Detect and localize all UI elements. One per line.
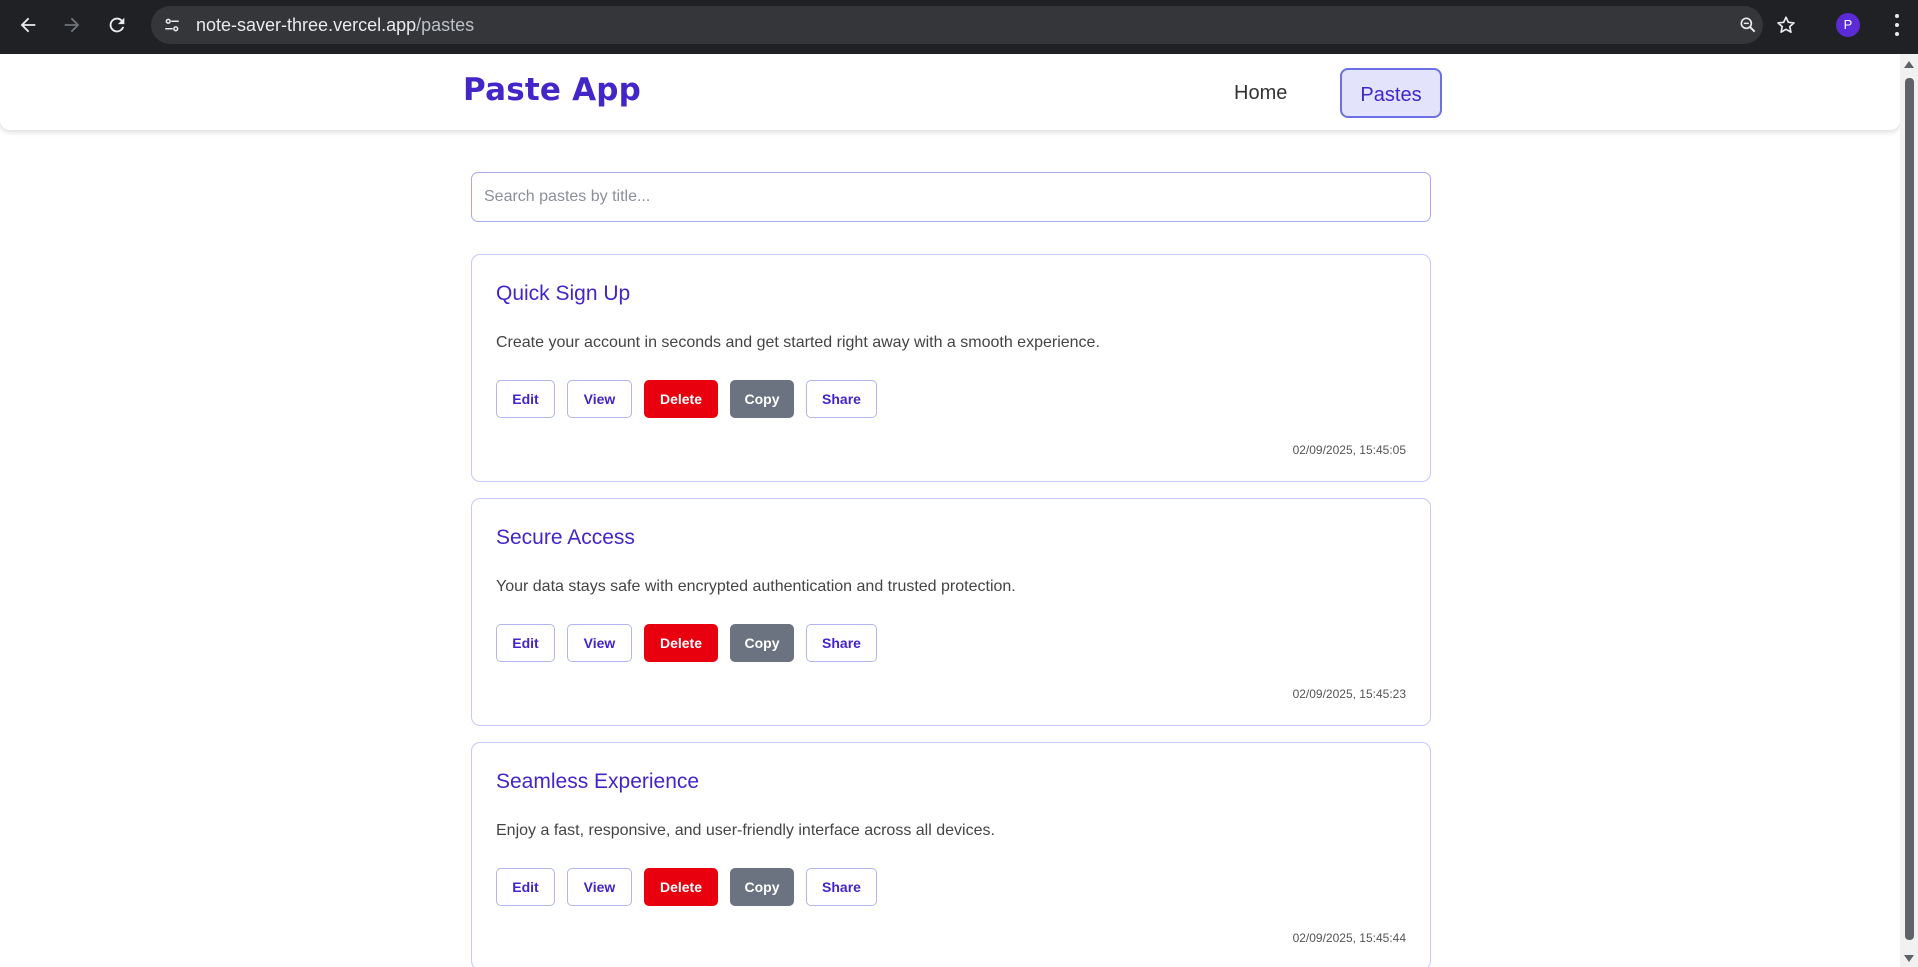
url-path: /pastes [416, 15, 475, 35]
view-button[interactable]: View [567, 868, 632, 906]
nav-pastes-link[interactable]: Pastes [1340, 68, 1442, 118]
paste-date: 02/09/2025, 15:45:23 [1292, 687, 1406, 701]
share-button[interactable]: Share [806, 868, 877, 906]
scroll-down-arrow-icon[interactable] [1904, 955, 1914, 962]
zoom-icon[interactable] [1737, 14, 1759, 36]
menu-kebab-icon[interactable] [1893, 14, 1901, 36]
edit-button[interactable]: Edit [496, 380, 555, 418]
share-button[interactable]: Share [806, 380, 877, 418]
view-button[interactable]: View [567, 624, 632, 662]
forward-icon[interactable] [58, 11, 86, 39]
delete-button[interactable]: Delete [644, 868, 718, 906]
delete-button[interactable]: Delete [644, 624, 718, 662]
paste-title: Quick Sign Up [496, 282, 631, 305]
paste-card: Quick Sign Up Create your account in sec… [471, 254, 1431, 482]
url-text: note-saver-three.vercel.app/pastes [196, 6, 474, 44]
search-input[interactable] [471, 172, 1431, 222]
page-viewport: Paste App Home Pastes Quick Sign Up Crea… [0, 54, 1900, 967]
edit-button[interactable]: Edit [496, 868, 555, 906]
paste-content: Your data stays safe with encrypted auth… [496, 578, 1016, 595]
copy-button[interactable]: Copy [730, 624, 794, 662]
edit-button[interactable]: Edit [496, 624, 555, 662]
profile-avatar[interactable]: P [1836, 13, 1860, 37]
bookmark-star-icon[interactable] [1775, 14, 1797, 36]
view-button[interactable]: View [567, 380, 632, 418]
paste-card: Secure Access Your data stays safe with … [471, 498, 1431, 726]
copy-button[interactable]: Copy [730, 380, 794, 418]
paste-card: Seamless Experience Enjoy a fast, respon… [471, 742, 1431, 967]
paste-date: 02/09/2025, 15:45:44 [1292, 931, 1406, 945]
delete-button[interactable]: Delete [644, 380, 718, 418]
brand-logo[interactable]: Paste App [463, 72, 641, 108]
paste-title: Secure Access [496, 526, 635, 549]
reload-icon[interactable] [103, 11, 131, 39]
copy-button[interactable]: Copy [730, 868, 794, 906]
paste-date: 02/09/2025, 15:45:05 [1292, 443, 1406, 457]
scrollbar-thumb[interactable] [1905, 78, 1914, 940]
browser-toolbar: note-saver-three.vercel.app/pastes P [0, 0, 1918, 54]
nav-home-link[interactable]: Home [1212, 68, 1309, 118]
site-info-icon[interactable] [161, 14, 183, 36]
back-icon[interactable] [14, 11, 42, 39]
paste-title: Seamless Experience [496, 770, 700, 793]
vertical-scrollbar[interactable] [1900, 54, 1918, 967]
app-navbar: Paste App Home Pastes [0, 54, 1900, 130]
paste-content: Enjoy a fast, responsive, and user-frien… [496, 822, 995, 839]
share-button[interactable]: Share [806, 624, 877, 662]
scroll-up-arrow-icon[interactable] [1904, 61, 1914, 68]
address-bar[interactable]: note-saver-three.vercel.app/pastes [151, 6, 1763, 44]
url-host: note-saver-three.vercel.app [196, 15, 417, 35]
paste-content: Create your account in seconds and get s… [496, 334, 1100, 351]
